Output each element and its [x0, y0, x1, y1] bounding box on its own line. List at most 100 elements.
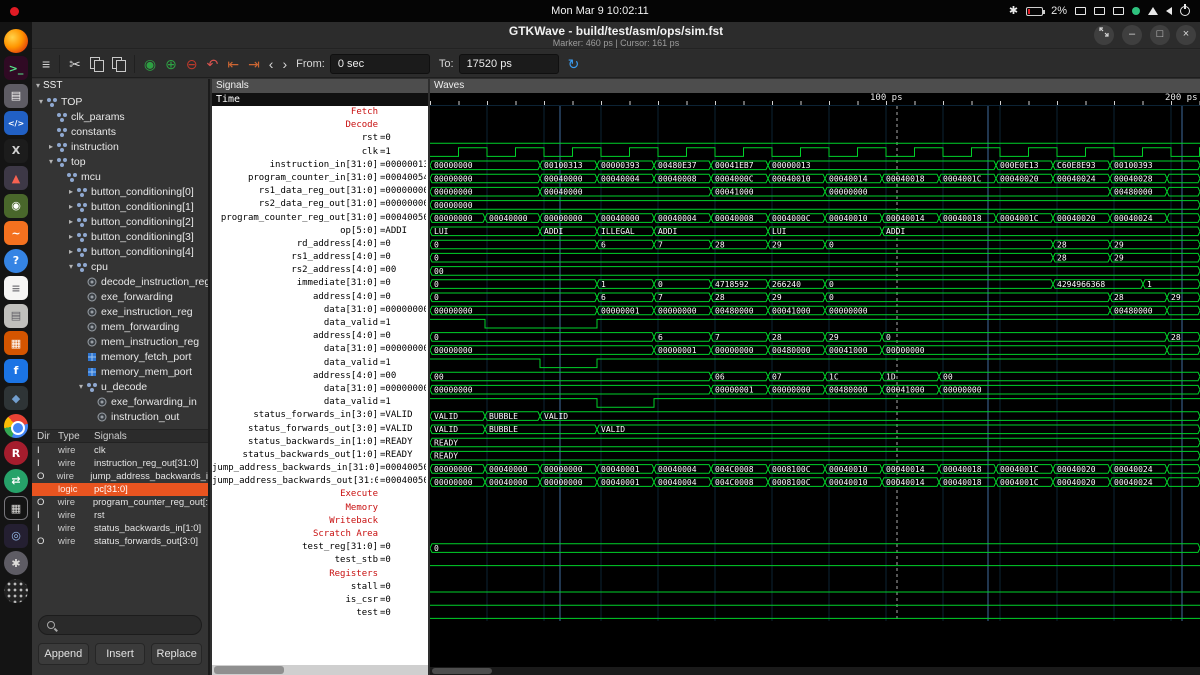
display-icon[interactable]: [1094, 7, 1105, 15]
wave-row[interactable]: 00000000 00000001 00000000 00480000 00041000…: [430, 384, 1200, 395]
signal-row[interactable]: status_backwards_out[1:0] =READY: [212, 449, 428, 462]
signal-row[interactable]: data_valid =1: [212, 396, 428, 409]
next-edge-icon[interactable]: ›: [282, 57, 287, 71]
signal-row[interactable]: rs2_data_reg_out[31:0] =00000000: [212, 198, 428, 211]
help-icon[interactable]: ?: [4, 248, 28, 273]
wave-row[interactable]: READY: [430, 450, 1200, 461]
screenshot-tool-icon[interactable]: ▦: [4, 496, 28, 520]
close-button[interactable]: ×: [1176, 25, 1196, 45]
volume-icon[interactable]: [1166, 7, 1172, 15]
append-button[interactable]: Append: [38, 643, 89, 665]
timeline-ruler[interactable]: 100 ps 200 ps: [430, 93, 1200, 106]
accessibility-icon[interactable]: [1113, 7, 1124, 15]
settings-icon[interactable]: ✱: [4, 551, 28, 575]
signal-search-input[interactable]: [38, 615, 202, 635]
signal-row[interactable]: rs2_address[4:0] =00: [212, 264, 428, 277]
wave-area[interactable]: 00000000 00100313 00000393 00480E37 00041EB7…: [430, 106, 1200, 667]
wave-row[interactable]: 00: [430, 266, 1200, 276]
tree-item-TOP[interactable]: ▾ TOP: [32, 94, 208, 109]
tree-item-memory_fetch_port[interactable]: memory_fetch_port: [32, 349, 208, 364]
show-apps-icon[interactable]: [4, 578, 28, 603]
signal-row[interactable]: is_csr =0: [212, 594, 428, 607]
tree-item-instruction[interactable]: ▸ instruction: [32, 139, 208, 154]
wave-row[interactable]: 00000000 00000001 00000000 00480000 00041000…: [430, 345, 1200, 355]
signal-row[interactable]: op[5:0] =ADDI: [212, 225, 428, 238]
signal-row[interactable]: data[31:0] =00000000: [212, 383, 428, 396]
signal-group-label[interactable]: Memory: [212, 502, 428, 515]
signal-row[interactable]: address[4:0] =0: [212, 330, 428, 343]
go-to-end-icon[interactable]: ⇥: [248, 57, 260, 71]
wave-row[interactable]: 0: [430, 543, 1200, 553]
wave-row[interactable]: 00000000 00040000 00000000 00040001 00040004…: [430, 464, 1200, 474]
expand-arrow-icon[interactable]: ▸: [66, 187, 76, 196]
media-app-icon[interactable]: ◎: [4, 523, 28, 548]
wave-row[interactable]: 0 1 0 4718592 266240 0 4294966368 1: [430, 279, 1200, 289]
reload-icon[interactable]: ↻: [568, 57, 580, 71]
r-app-icon[interactable]: R: [4, 441, 28, 465]
signal-group-label[interactable]: Decode: [212, 119, 428, 132]
signal-row[interactable]: status_backwards_in[1:0] =READY: [212, 436, 428, 449]
expand-arrow-icon[interactable]: ▸: [46, 142, 56, 151]
minimize-button[interactable]: –: [1122, 25, 1142, 45]
signal-list-item-instruction_reg_out310[interactable]: Iwire instruction_reg_out[31:0]: [32, 457, 208, 470]
tree-item-u_decode[interactable]: ▾ u_decode: [32, 379, 208, 394]
tree-item-constants[interactable]: constants: [32, 124, 208, 139]
tree-item-memory_mem_port[interactable]: memory_mem_port: [32, 364, 208, 379]
tree-item-decode_instruction_reg[interactable]: decode_instruction_reg: [32, 274, 208, 289]
tree-item-exe_forwarding_in[interactable]: exe_forwarding_in: [32, 394, 208, 409]
tree-item-clk_params[interactable]: clk_params: [32, 109, 208, 124]
launcher-icon[interactable]: ▲: [4, 166, 28, 190]
wave-row[interactable]: VALID BUBBLE VALID: [430, 411, 1200, 421]
facebook-icon[interactable]: f: [4, 358, 28, 383]
collapse-arrow-icon[interactable]: ▾: [36, 97, 46, 106]
paste-icon[interactable]: [111, 56, 126, 72]
zoom-in-icon[interactable]: ⊕: [165, 57, 177, 71]
fullscreen-button[interactable]: [1094, 25, 1114, 45]
signal-row[interactable]: instruction_in[31:0] =00000013: [212, 159, 428, 172]
code-editor-icon[interactable]: </>: [4, 111, 28, 135]
tree-item-top[interactable]: ▾ top: [32, 154, 208, 169]
keyboard-icon[interactable]: [1075, 7, 1086, 15]
files-icon[interactable]: ▤: [4, 83, 28, 108]
tree-item-button_conditioning3[interactable]: ▸ button_conditioning[3]: [32, 229, 208, 244]
signal-row[interactable]: test =0: [212, 607, 428, 620]
document-icon[interactable]: ▤: [4, 303, 28, 328]
insert-button[interactable]: Insert: [94, 643, 146, 665]
power-icon[interactable]: [1180, 4, 1190, 16]
signal-group-label[interactable]: Scratch Area: [212, 528, 428, 541]
system-tray[interactable]: ✱ 2%: [1009, 4, 1190, 17]
wave-row[interactable]: 00000000: [430, 200, 1200, 210]
signal-row[interactable]: data_valid =1: [212, 357, 428, 370]
signal-list-item-pc310[interactable]: logic pc[31:0]: [32, 483, 208, 496]
expand-arrow-icon[interactable]: ▸: [66, 217, 76, 226]
tree-item-mem_forwarding[interactable]: mem_forwarding: [32, 319, 208, 334]
wave-row[interactable]: 00000000 00040000 00000000 00040001 00040004…: [430, 477, 1200, 487]
expand-arrow-icon[interactable]: ▸: [66, 247, 76, 256]
signal-list-item-status_backwards_in10[interactable]: Iwire status_backwards_in[1:0]: [32, 522, 208, 535]
tree-item-button_conditioning1[interactable]: ▸ button_conditioning[1]: [32, 199, 208, 214]
signal-list-item-program_counter_reg_out[interactable]: Owire program_counter_reg_out[:: [32, 496, 208, 509]
fox-app-icon[interactable]: ~: [4, 221, 28, 245]
zoom-out-icon[interactable]: ⊖: [186, 57, 198, 71]
to-input[interactable]: 17520 ps: [458, 53, 559, 74]
cut-icon[interactable]: ✂: [69, 57, 81, 71]
signal-row[interactable]: address[4:0] =0: [212, 291, 428, 304]
wave-row[interactable]: 00000000 00100313 00000393 00480E37 00041EB7…: [430, 160, 1200, 170]
tree-item-mcu[interactable]: mcu: [32, 169, 208, 184]
wifi-icon[interactable]: [1148, 7, 1158, 15]
expand-arrow-icon[interactable]: ▸: [66, 232, 76, 241]
text-editor-icon[interactable]: ≡: [4, 276, 28, 300]
wave-row[interactable]: LUI ADDI ILLEGAL ADDI LUI ADDI: [430, 226, 1200, 236]
previous-edge-icon[interactable]: ‹: [269, 57, 274, 71]
tree-item-exe_forwarding[interactable]: exe_forwarding: [32, 289, 208, 304]
wave-row[interactable]: [430, 358, 1200, 369]
signal-row[interactable]: rd_address[4:0] =0: [212, 238, 428, 251]
titlebar[interactable]: GTKWave - build/test/asm/ops/sim.fst Mar…: [32, 22, 1200, 49]
waveform-canvas[interactable]: 00000000 00100313 00000393 00480E37 00041EB7…: [430, 106, 1200, 621]
tree-item-exe_instruction_reg[interactable]: exe_instruction_reg: [32, 304, 208, 319]
wave-row[interactable]: 00000000 00040000 00040004 00040008 0004000C…: [430, 173, 1200, 183]
wave-row[interactable]: 0 28 29: [430, 252, 1200, 263]
wave-row[interactable]: 0 6 7 28 29 0 28 29: [430, 292, 1200, 302]
undo-icon[interactable]: ↶: [207, 57, 219, 71]
signal-row[interactable]: jump_address_backwards_out[31:0] =0004005…: [212, 475, 428, 488]
